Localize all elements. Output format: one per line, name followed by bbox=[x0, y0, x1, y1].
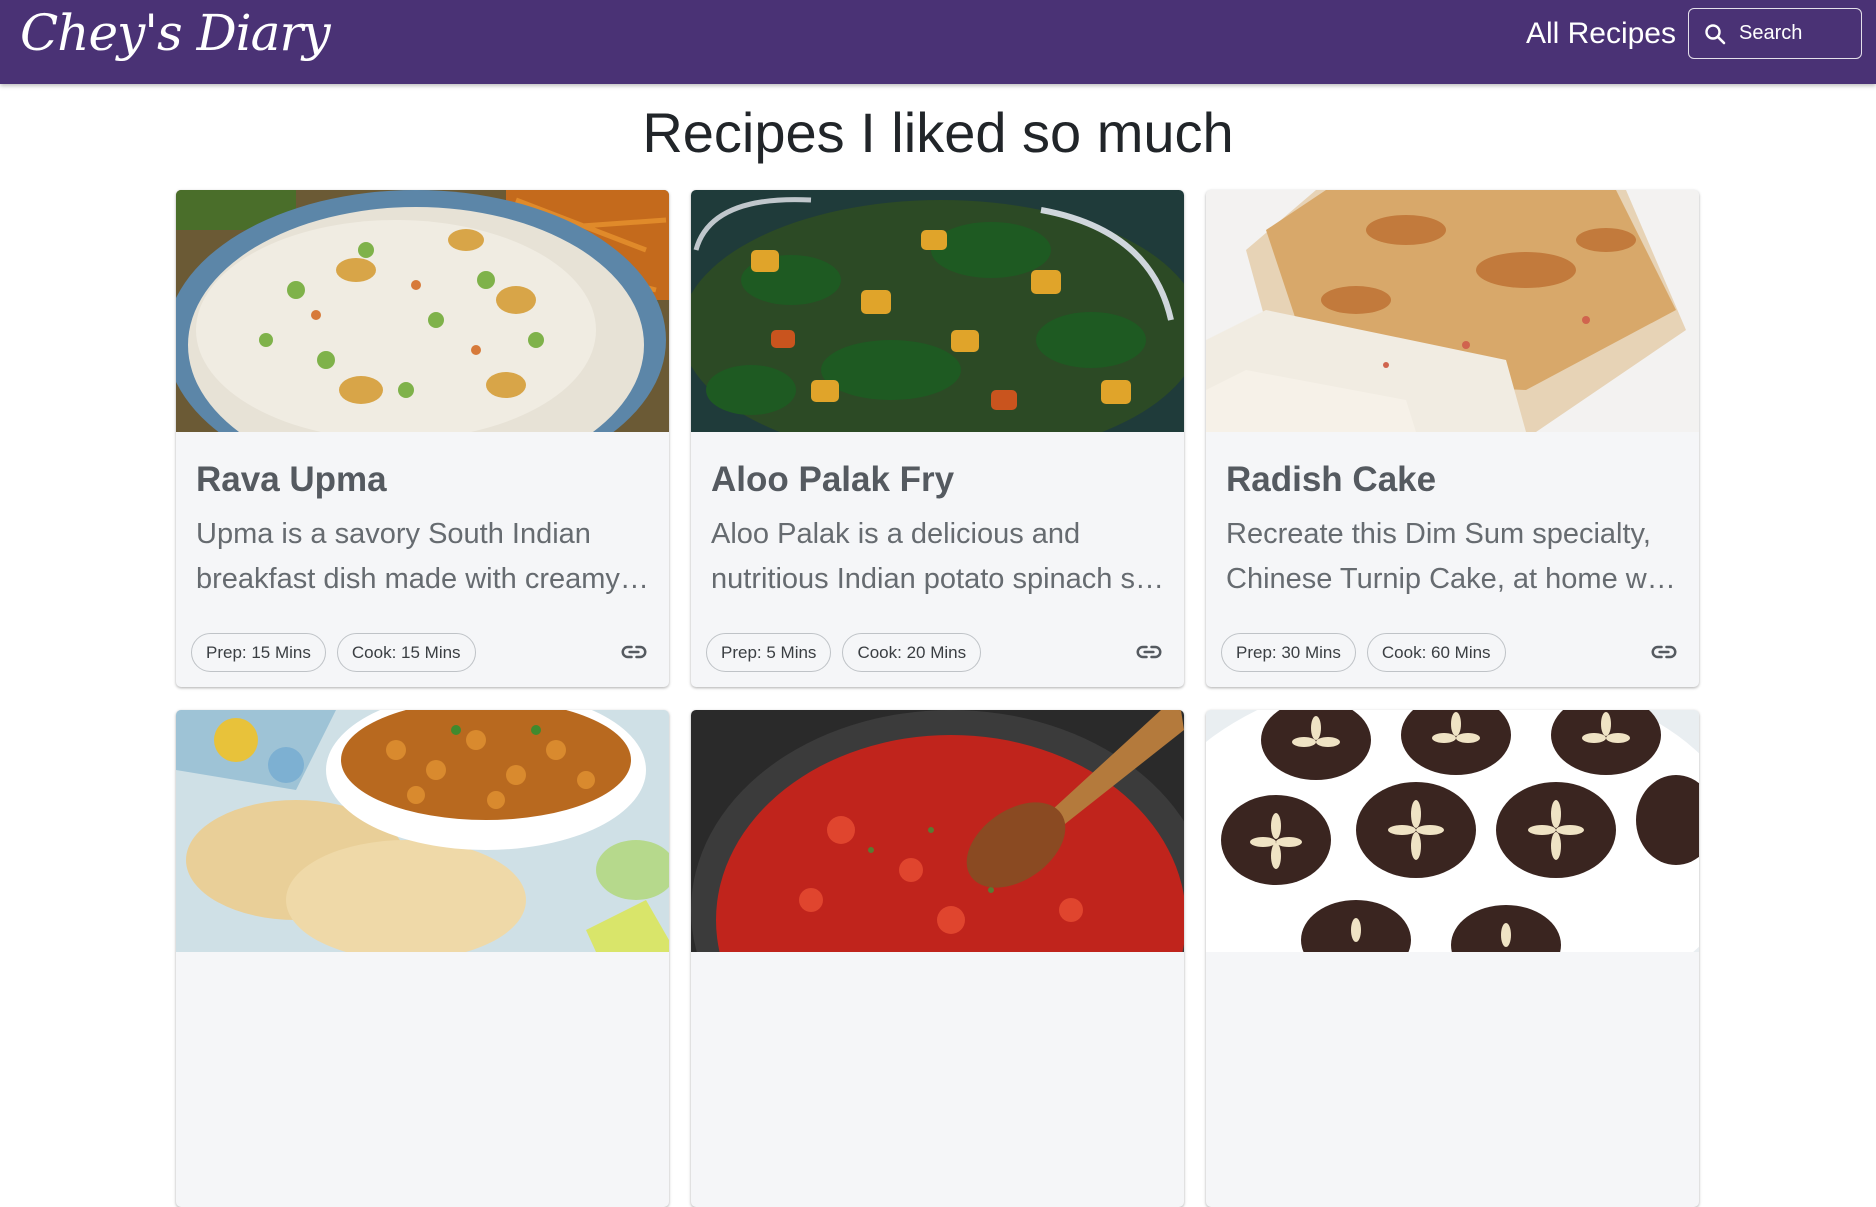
recipe-card[interactable] bbox=[1206, 710, 1699, 1207]
prep-time-chip: Prep: 5 Mins bbox=[706, 632, 832, 672]
cook-time-chip: Cook: 60 Mins bbox=[1366, 632, 1506, 672]
recipe-description: Aloo Palak is a delicious and nutritious… bbox=[711, 518, 1160, 595]
page-title: Recipes I liked so much bbox=[642, 101, 1234, 164]
link-icon bbox=[621, 645, 647, 659]
recipe-link-button[interactable] bbox=[1644, 632, 1684, 672]
brand-logo[interactable]: Chey's Diary bbox=[20, 0, 331, 70]
recipe-description: Recreate this Dim Sum specialty, Chinese… bbox=[1226, 518, 1678, 595]
cook-time-chip: Cook: 15 Mins bbox=[336, 632, 476, 672]
radish-cake-photo bbox=[1206, 190, 1699, 432]
aloo-palak-photo bbox=[691, 190, 1184, 432]
link-icon bbox=[1136, 645, 1162, 659]
search-box[interactable] bbox=[1688, 8, 1862, 59]
recipe-grid: Rava Upma Upma is a savory South Indian … bbox=[176, 190, 1700, 1207]
link-icon bbox=[1651, 645, 1677, 659]
nav-all-recipes[interactable]: All Recipes bbox=[1526, 14, 1676, 54]
chole-bhature-photo bbox=[176, 710, 669, 952]
recipe-link-button[interactable] bbox=[1129, 632, 1169, 672]
recipe-title: Rava Upma bbox=[196, 460, 387, 499]
top-navbar: Chey's Diary All Recipes bbox=[0, 0, 1876, 84]
recipe-title: Aloo Palak Fry bbox=[711, 460, 955, 499]
recipe-card[interactable]: Rava Upma Upma is a savory South Indian … bbox=[176, 190, 669, 687]
search-input[interactable] bbox=[1739, 18, 1849, 49]
chocolate-sweets-photo bbox=[1206, 710, 1699, 952]
recipe-link-button[interactable] bbox=[614, 632, 654, 672]
recipe-title: Radish Cake bbox=[1226, 460, 1437, 499]
cook-time-chip: Cook: 20 Mins bbox=[842, 632, 982, 672]
search-icon bbox=[1705, 23, 1726, 44]
tomato-sauce-photo bbox=[691, 710, 1184, 952]
recipe-card[interactable]: Radish Cake Recreate this Dim Sum specia… bbox=[1206, 190, 1699, 687]
recipe-card[interactable] bbox=[691, 710, 1184, 1207]
recipe-card[interactable] bbox=[176, 710, 669, 1207]
prep-time-chip: Prep: 15 Mins bbox=[191, 632, 326, 672]
recipe-card[interactable]: Aloo Palak Fry Aloo Palak is a delicious… bbox=[691, 190, 1184, 687]
prep-time-chip: Prep: 30 Mins bbox=[1221, 632, 1356, 672]
rava-upma-photo bbox=[176, 190, 669, 432]
recipe-description: Upma is a savory South Indian breakfast … bbox=[196, 518, 620, 595]
